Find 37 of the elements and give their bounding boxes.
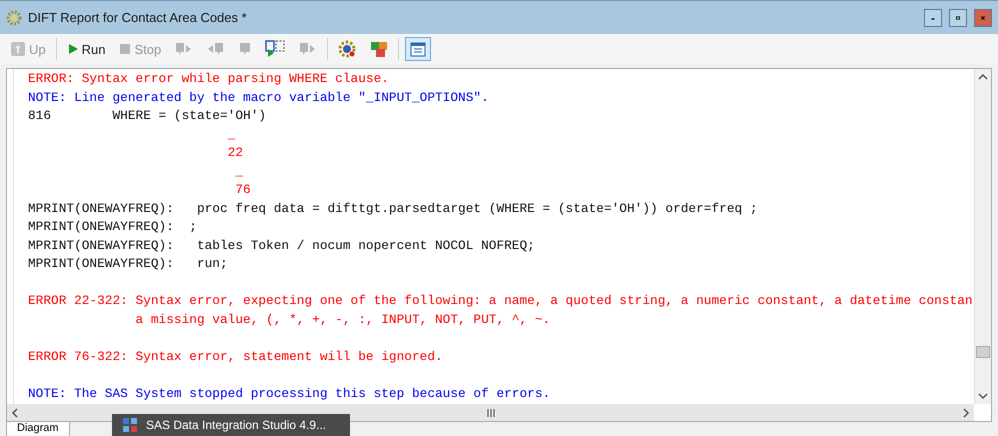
stop-icon (119, 43, 132, 55)
maximize-button[interactable] (949, 8, 967, 26)
report-icon (370, 40, 388, 58)
minimize-button[interactable] (924, 8, 942, 26)
log-line: ERROR 22-322: Syntax error, expecting one of the following: a name, a quoted string, a numeric constant, a datetime constan (28, 293, 973, 308)
log-line: 76 (234, 182, 251, 197)
breakpoint-icon (239, 41, 252, 57)
log-line: ERROR: Syntax error while parsing WHERE clause. (28, 71, 389, 86)
tab[interactable]: Diagram (6, 421, 70, 436)
log-line: MPRINT(ONEWAYFREQ): run; (28, 256, 228, 271)
log-line: MPRINT(ONEWAYFREQ): tables Token / nocum nopercent NOCOL NOFREQ; (28, 238, 535, 252)
window-title: DIFT Report for Contact Area Codes * (28, 10, 248, 25)
tooltip-text: SAS Data Integration Studio 4.9... (146, 418, 326, 432)
gear-icon (338, 40, 356, 58)
log-line: MPRINT(ONEWAYFREQ): proc freq data = difttgt.parsedtarget (WHERE = (state='OH')) order=freq ; (28, 200, 758, 216)
run-button[interactable]: Run (62, 38, 110, 60)
log-line: _ (234, 164, 244, 178)
log-line: NOTE: The SAS System stopped processing this step because of errors. (28, 386, 550, 400)
log-line: ERROR 76-322: Syntax error, statement will be ignored. (28, 348, 443, 364)
log-line: NOTE: Line generated by the macro variable "_INPUT_OPTIONS". (28, 90, 489, 104)
play-icon (66, 43, 79, 55)
step-icon (175, 41, 194, 57)
step-icon (299, 41, 318, 57)
toolbar-button[interactable] (405, 37, 432, 61)
log-line: a missing value, (, *, +, -, :, INPUT, NOT, PUT, ^, ~. (134, 312, 550, 326)
app-icon (122, 417, 138, 433)
scrollbar-thumb[interactable] (976, 346, 990, 358)
step-play-icon (265, 40, 286, 58)
log-line: _ (226, 126, 236, 142)
scrollbar-grip-icon[interactable] (484, 408, 496, 418)
step-icon (207, 41, 226, 57)
gear-icon (6, 10, 22, 26)
log-line: 22 (226, 145, 244, 160)
close-button[interactable] (974, 8, 992, 26)
log-line: MPRINT(ONEWAYFREQ): ; (28, 219, 197, 234)
log-line: 816 WHERE = (state='OH') (28, 108, 266, 123)
notebook-icon (409, 40, 428, 58)
